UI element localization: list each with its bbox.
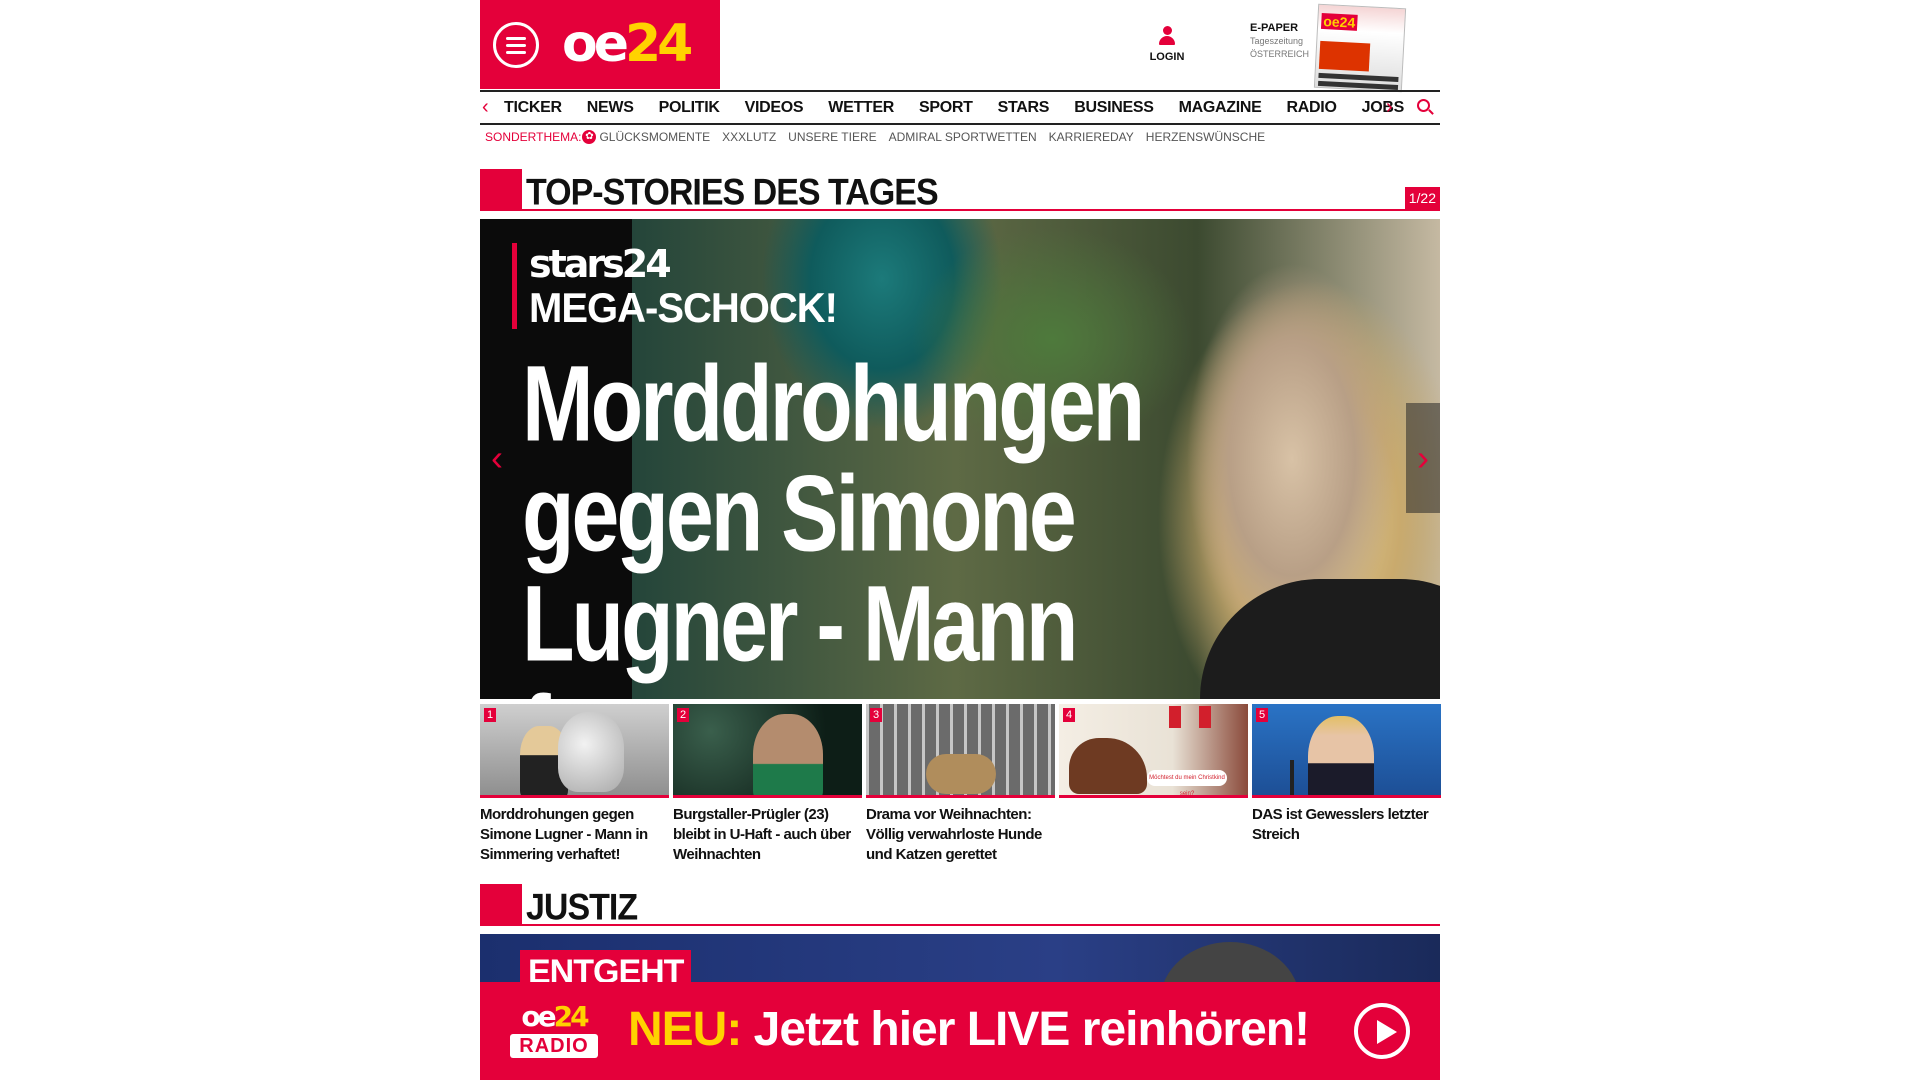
story-rank: 2	[677, 708, 690, 722]
section-marker	[480, 884, 522, 926]
story-caption[interactable]: Drama vor Weihnachten: Völlig verwahrlos…	[866, 805, 1055, 865]
epaper-link[interactable]: E-PAPER Tageszeitung ÖSTERREICH	[1250, 22, 1309, 61]
thumbnail-bubble-text: Möchtest du mein Christkind sein?	[1147, 770, 1227, 795]
top-stories-list: 1 Morddrohungen gegen Simone Lugner - Ma…	[480, 704, 1441, 874]
login-label: LOGIN	[1149, 51, 1185, 63]
sub-nav: SONDERTHEMA: ✿ GLÜCKSMOMENTE XXXLUTZ UNSER…	[485, 129, 1277, 145]
subnav-item[interactable]: GLÜCKSMOMENTE	[599, 129, 710, 145]
epaper-line1: Tageszeitung	[1250, 36, 1304, 46]
nav-prev-arrow[interactable]: ‹	[482, 94, 489, 121]
clover-icon: ✿	[582, 130, 597, 144]
sonderthema-label: SONDERTHEMA:	[485, 130, 582, 144]
story-thumbnail[interactable]: Möchtest du mein Christkind sein? 4	[1059, 704, 1248, 798]
epaper-cover-image[interactable]: oe24	[1313, 3, 1407, 93]
nav-item-sport[interactable]: SPORT	[919, 92, 973, 123]
topstories-header: TOP-STORIES DES TAGES 1/22	[480, 169, 1440, 214]
nav-item-politik[interactable]: POLITIK	[659, 92, 720, 123]
play-icon[interactable]	[1354, 1003, 1410, 1059]
nav-item-news[interactable]: NEWS	[587, 92, 634, 123]
nav-item-videos[interactable]: VIDEOS	[745, 92, 804, 123]
hero-slide[interactable]: stars24 MEGA-SCHOCK! Morddrohungen gegen…	[480, 219, 1440, 699]
story-thumbnail[interactable]: 3	[866, 704, 1055, 798]
story-caption[interactable]: Burgstaller-Prügler (23) bleibt in U-Haf…	[673, 805, 862, 865]
login-button[interactable]: LOGIN	[1149, 26, 1185, 63]
story-thumbnail[interactable]: 5	[1252, 704, 1441, 798]
nav-list: TICKER NEWS POLITIK VIDEOS WETTER SPORT STARS B…	[504, 92, 1429, 123]
epaper-title: E-PAPER	[1250, 22, 1299, 34]
radio-banner-text: NEU: Jetzt hier LIVE reinhören!	[628, 1003, 1310, 1056]
hero-kicker: MEGA-SCHOCK!	[529, 285, 838, 332]
slide-counter: 1/22	[1404, 187, 1440, 209]
hamburger-icon[interactable]	[493, 22, 539, 68]
hero-source: stars24 MEGA-SCHOCK!	[512, 242, 838, 332]
search-icon[interactable]	[1417, 99, 1434, 115]
story-card[interactable]: 1 Morddrohungen gegen Simone Lugner - Ma…	[480, 704, 669, 874]
nav-item-ticker[interactable]: TICKER	[504, 92, 562, 123]
story-card[interactable]: 5 DAS ist Gewesslers letzter Streich	[1252, 704, 1441, 874]
justiz-header: JUSTIZ	[480, 884, 1440, 929]
subnav-item[interactable]: UNSERE TIERE	[788, 129, 876, 145]
logo-box[interactable]: oe24	[480, 0, 720, 89]
site-logo[interactable]: oe24	[562, 12, 693, 76]
user-icon	[1158, 26, 1176, 48]
story-rank: 3	[870, 708, 883, 722]
subnav-item[interactable]: XXXLUTZ	[722, 129, 776, 145]
section-title[interactable]: JUSTIZ	[526, 886, 638, 929]
subnav-item[interactable]: ADMIRAL SPORTWETTEN	[889, 129, 1037, 145]
hero-next-arrow[interactable]: ›	[1406, 403, 1440, 513]
stars24-logo: stars24	[529, 242, 672, 286]
radio-banner[interactable]: oe24 RADIO NEU: Jetzt hier LIVE reinhöre…	[480, 982, 1440, 1080]
nav-item-stars[interactable]: STARS	[998, 92, 1050, 123]
epaper-line2: ÖSTERREICH	[1250, 49, 1310, 59]
story-thumbnail[interactable]: 2	[673, 704, 862, 798]
story-caption[interactable]: DAS ist Gewesslers letzter Streich	[1252, 805, 1441, 845]
section-title: TOP-STORIES DES TAGES	[526, 172, 939, 214]
subnav-item[interactable]: HERZENSWÜNSCHE	[1146, 129, 1265, 145]
nav-item-radio[interactable]: RADIO	[1287, 92, 1337, 123]
story-caption[interactable]: Morddrohungen gegen Simone Lugner - Mann…	[480, 805, 669, 865]
main-nav: ‹ TICKER NEWS POLITIK VIDEOS WETTER SPORT STAR…	[480, 90, 1440, 125]
subnav-item[interactable]: KARRIEREDAY	[1049, 129, 1134, 145]
nav-item-magazine[interactable]: MAGAZINE	[1179, 92, 1262, 123]
story-thumbnail[interactable]: 1	[480, 704, 669, 798]
story-rank: 5	[1256, 708, 1269, 722]
story-card[interactable]: 2 Burgstaller-Prügler (23) bleibt in U-H…	[673, 704, 862, 874]
section-marker	[480, 169, 522, 211]
story-rank: 4	[1063, 708, 1076, 722]
hero-prev-arrow[interactable]: ‹	[480, 403, 514, 513]
page: oe24 LOGIN E-PAPER Tageszeitung ÖSTERREI…	[480, 0, 1441, 1080]
story-rank: 1	[484, 708, 497, 722]
story-card[interactable]: Möchtest du mein Christkind sein? 4	[1059, 704, 1248, 874]
radio-logo: oe24 RADIO	[510, 1002, 598, 1058]
story-card[interactable]: 3 Drama vor Weihnachten: Völlig verwahrl…	[866, 704, 1055, 874]
hero-headline[interactable]: Morddrohungen gegen Simone Lugner - Mann…	[522, 349, 1302, 699]
nav-next-arrow[interactable]: ›	[1386, 94, 1393, 121]
nav-item-business[interactable]: BUSINESS	[1074, 92, 1154, 123]
nav-item-jobs[interactable]: JOBS	[1362, 92, 1405, 123]
nav-item-wetter[interactable]: WETTER	[828, 92, 894, 123]
